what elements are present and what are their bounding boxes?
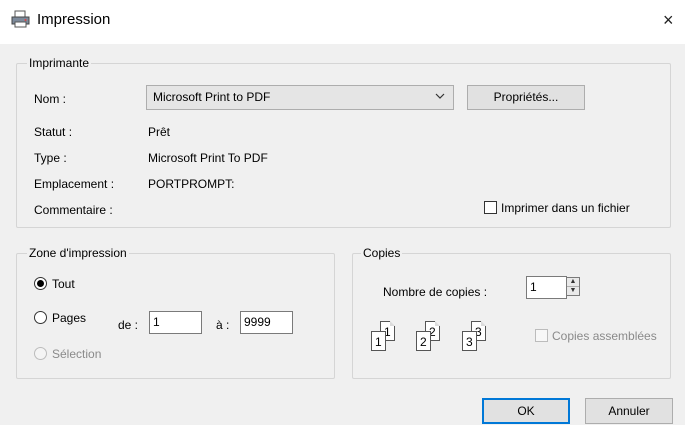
spin-up-icon[interactable]: ▲ bbox=[567, 278, 579, 287]
page-icon: 3 bbox=[462, 331, 477, 351]
name-label: Nom : bbox=[34, 92, 67, 106]
printer-name-dropdown[interactable]: Microsoft Print to PDF bbox=[146, 85, 454, 110]
collate-checkbox[interactable] bbox=[535, 329, 548, 342]
type-value: Microsoft Print To PDF bbox=[148, 151, 268, 165]
page-icon: 2 bbox=[416, 331, 431, 351]
print-to-file-label: Imprimer dans un fichier bbox=[501, 201, 630, 215]
copies-group bbox=[352, 253, 671, 379]
ok-button[interactable]: OK bbox=[482, 398, 570, 424]
comment-label: Commentaire : bbox=[34, 203, 113, 217]
type-label: Type : bbox=[34, 151, 67, 165]
radio-selection[interactable] bbox=[34, 347, 47, 360]
to-label: à : bbox=[216, 318, 230, 332]
location-value: PORTPROMPT: bbox=[148, 177, 235, 191]
from-page-input[interactable]: 1 bbox=[149, 311, 202, 334]
radio-selection-label: Sélection bbox=[52, 347, 102, 361]
copies-spinner[interactable]: ▲ ▼ bbox=[566, 277, 580, 296]
printer-icon bbox=[11, 9, 31, 29]
copies-count-input[interactable]: 1 bbox=[526, 276, 567, 299]
print-to-file-checkbox[interactable] bbox=[484, 201, 497, 214]
page-icon: 1 bbox=[371, 331, 386, 351]
chevron-down-icon bbox=[435, 89, 445, 106]
window-title: Impression bbox=[37, 11, 111, 28]
to-page-input[interactable]: 9999 bbox=[240, 311, 293, 334]
properties-button[interactable]: Propriétés... bbox=[467, 85, 585, 110]
copies-count-label: Nombre de copies : bbox=[383, 285, 488, 299]
close-icon[interactable]: × bbox=[663, 10, 674, 30]
cancel-button[interactable]: Annuler bbox=[585, 398, 673, 424]
radio-pages-label: Pages bbox=[52, 311, 87, 325]
radio-pages[interactable] bbox=[34, 311, 47, 324]
printer-name-value: Microsoft Print to PDF bbox=[153, 90, 271, 104]
status-label: Statut : bbox=[34, 125, 73, 139]
spin-down-icon[interactable]: ▼ bbox=[567, 287, 579, 295]
printer-group-label: Imprimante bbox=[27, 56, 92, 70]
status-value: Prêt bbox=[148, 125, 171, 139]
copies-group-label: Copies bbox=[361, 246, 403, 260]
print-range-group-label: Zone d'impression bbox=[27, 246, 129, 260]
location-label: Emplacement : bbox=[34, 177, 115, 191]
radio-all-label: Tout bbox=[52, 277, 75, 291]
radio-all[interactable] bbox=[34, 277, 47, 290]
collate-label: Copies assemblées bbox=[552, 329, 657, 343]
from-label: de : bbox=[118, 318, 139, 332]
